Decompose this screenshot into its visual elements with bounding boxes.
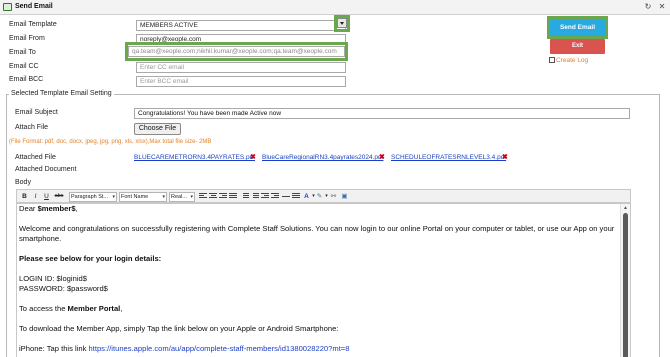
remove-attachment-icon[interactable]: ✖ xyxy=(502,153,508,161)
remove-attachment-icon[interactable]: ✖ xyxy=(379,153,385,161)
attached-document-label: Attached Document xyxy=(15,166,77,173)
welcome-line-cont: smartphone. xyxy=(19,234,62,243)
scrollbar-thumb[interactable] xyxy=(623,213,628,357)
login-heading: Please see below for your login details: xyxy=(19,254,162,263)
attached-file-link[interactable]: BlueCareRegionalRN3.4payrates2024.pdf xyxy=(262,154,383,161)
window-title: Send Email xyxy=(15,3,53,10)
app-download-line: To download the Member App, simply Tap t… xyxy=(19,324,339,333)
attached-file-link[interactable]: SCHEDULEOFRATESRNLEVEL3.4.pdf xyxy=(391,154,506,161)
font-name-select[interactable]: Font Name ▾ xyxy=(119,192,167,202)
align-center-icon[interactable] xyxy=(209,193,217,200)
iphone-app-link[interactable]: https://itunes.apple.com/au/app/complete… xyxy=(89,344,350,353)
create-log-checkbox[interactable]: Create Log xyxy=(549,57,588,64)
title-bar: Send Email ↻ ✕ xyxy=(0,0,670,15)
strikethrough-button[interactable]: abc xyxy=(53,192,65,201)
send-email-button[interactable]: Send Email xyxy=(550,19,605,36)
editor-toolbar: B I U abc Paragraph St... ▾ Font Name ▾ Re… xyxy=(16,189,631,203)
bullet-list-icon[interactable] xyxy=(241,193,249,200)
image-icon[interactable]: ▣ xyxy=(340,192,349,201)
email-cc-field[interactable]: Enter CC email xyxy=(136,62,346,73)
chevron-down-icon: ▾ xyxy=(112,194,115,200)
password-line: PASSWORD: $password$ xyxy=(19,284,108,293)
email-from-label: Email From xyxy=(9,35,45,42)
email-bcc-field[interactable]: Enter BCC email xyxy=(136,76,346,87)
refresh-icon[interactable]: ↻ xyxy=(643,2,653,11)
font-name-value: Font Name xyxy=(121,194,149,200)
paragraph-style-select[interactable]: Paragraph St... ▾ xyxy=(69,192,117,202)
paragraph-style-value: Paragraph St... xyxy=(71,194,108,200)
bold-button[interactable]: B xyxy=(20,192,29,201)
email-to-label: Email To xyxy=(9,49,36,56)
close-icon[interactable]: ✕ xyxy=(657,2,667,11)
email-template-select[interactable]: MEMBERS ACTIVE xyxy=(136,20,346,31)
remove-attachment-icon[interactable]: ✖ xyxy=(250,153,256,161)
email-to-field[interactable]: qa.team@xeople.com;nikhil.kumar@xeople.c… xyxy=(128,46,345,57)
scroll-up-icon[interactable]: ▲ xyxy=(623,205,628,211)
portal-line: To access the Member Portal, xyxy=(19,304,123,313)
email-subject-label: Email Subject xyxy=(15,109,58,116)
italic-button[interactable]: I xyxy=(31,192,40,201)
iphone-line: iPhone: Tap this link https://itunes.app… xyxy=(19,344,350,353)
chevron-down-icon[interactable] xyxy=(337,18,347,28)
checkbox-icon[interactable] xyxy=(549,57,555,63)
link-icon[interactable]: ⚯ xyxy=(329,192,338,201)
create-log-label: Create Log xyxy=(556,57,589,64)
align-justify-icon[interactable] xyxy=(229,193,237,200)
welcome-line: Welcome and congratulations on successfu… xyxy=(19,224,615,233)
attached-file-link[interactable]: BLUECAREMETRORN3.4PAYRATES.pdf xyxy=(134,154,255,161)
email-app-icon xyxy=(3,3,12,11)
email-subject-field[interactable]: Congratulations! You have been made Acti… xyxy=(134,108,630,119)
align-left-icon[interactable] xyxy=(199,193,207,200)
outdent-icon[interactable] xyxy=(261,193,269,200)
editor-scrollbar[interactable]: ▲ xyxy=(620,204,630,357)
email-cc-label: Email CC xyxy=(9,63,39,70)
attach-file-label: Attach File xyxy=(15,124,49,131)
chevron-down-icon: ▾ xyxy=(190,194,193,200)
body-label: Body xyxy=(15,179,31,186)
template-settings-legend: Selected Template Email Setting xyxy=(9,90,114,97)
horizontal-rule-icon[interactable] xyxy=(282,193,290,200)
table-icon[interactable] xyxy=(292,193,300,200)
greeting-line: Dear $member$, xyxy=(19,204,78,213)
login-id-line: LOGIN ID: $loginid$ xyxy=(19,274,87,283)
font-size-value: Real... xyxy=(171,194,187,200)
chevron-down-icon: ▾ xyxy=(162,194,165,200)
indent-icon[interactable] xyxy=(271,193,279,200)
align-right-icon[interactable] xyxy=(219,193,227,200)
file-format-note: (File Format: pdf, doc, docx, jpeg, jpg,… xyxy=(9,139,212,145)
font-size-select[interactable]: Real... ▾ xyxy=(169,192,195,202)
attached-file-label: Attached File xyxy=(15,154,56,161)
numbered-list-icon[interactable] xyxy=(251,193,259,200)
email-body-editor[interactable]: Dear $member$, Welcome and congratulatio… xyxy=(16,203,631,357)
underline-button[interactable]: U xyxy=(42,192,51,201)
email-bcc-label: Email BCC xyxy=(9,76,44,83)
exit-button[interactable]: Exit xyxy=(550,39,605,54)
email-template-label: Email Template xyxy=(9,21,57,28)
choose-file-button[interactable]: Choose File xyxy=(134,123,181,135)
